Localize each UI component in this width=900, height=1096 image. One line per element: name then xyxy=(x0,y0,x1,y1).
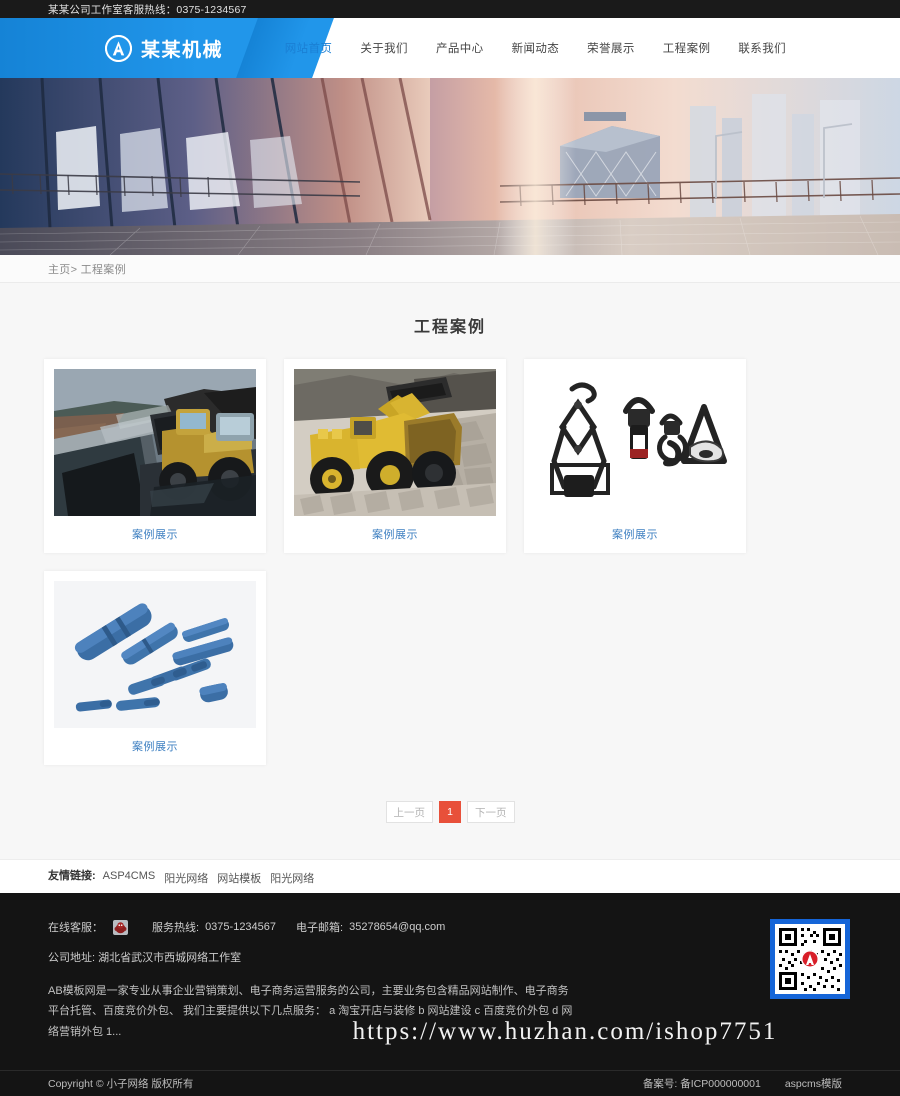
nav-item-cases[interactable]: 工程案例 xyxy=(649,40,725,56)
address-value: 湖北省武汉市西城网络工作室 xyxy=(98,952,242,964)
email-label: 电子邮箱: xyxy=(296,922,344,934)
hotline-value: 0375-1234567 xyxy=(205,921,277,933)
nav-item-products[interactable]: 产品中心 xyxy=(422,40,498,56)
case-card[interactable]: 案例展示 xyxy=(44,359,266,553)
top-utility-bar: 某某公司工作室客服热线：0375-1234567 xyxy=(0,0,900,18)
record-value: 备ICP000000001 xyxy=(680,1078,761,1091)
logo-text: 某某机械 xyxy=(141,39,224,61)
friend-links-inner: 友情链接: ASP4CMS 阳光网络 网站模板 阳光网络 xyxy=(40,867,860,886)
coal-loader-mine-photo xyxy=(54,369,256,516)
case-card-caption[interactable]: 案例展示 xyxy=(294,516,496,553)
pagination-prev[interactable]: 上一页 xyxy=(385,801,433,823)
qr-code-image xyxy=(770,919,850,999)
case-card-caption[interactable]: 案例展示 xyxy=(54,728,256,765)
nav-item-news[interactable]: 新闻动态 xyxy=(498,40,574,56)
black-lifting-clamps-photo xyxy=(534,369,736,516)
footer-qr-block xyxy=(670,919,860,1042)
friend-links-list: ASP4CMS 阳光网络 网站模板 阳光网络 xyxy=(103,870,315,886)
page-root: 某某公司工作室客服热线：0375-1234567 某某机械 网站首页 关于我们 … xyxy=(0,0,900,1096)
breadcrumb[interactable]: 主页> 工程案例 xyxy=(48,264,126,276)
friend-link-template[interactable]: 网站模板 xyxy=(217,870,261,886)
qq-customer-service-icon[interactable] xyxy=(113,919,128,935)
address-label: 公司地址: xyxy=(48,952,96,964)
email-value[interactable]: 35278654@qq.com xyxy=(349,921,445,933)
friend-link-sunshine[interactable]: 阳光网络 xyxy=(164,870,208,886)
nav-item-contact[interactable]: 联系我们 xyxy=(724,40,800,56)
breadcrumb-inner: 主页> 工程案例 xyxy=(40,261,860,277)
nav-item-about[interactable]: 关于我们 xyxy=(346,40,422,56)
nav-item-honors[interactable]: 荣誉展示 xyxy=(573,40,649,56)
copyright-bar: Copyright © 小子网络 版权所有 备案号: 备ICP000000001… xyxy=(0,1070,900,1096)
record-info: 备案号: 备ICP000000001 aspcms模版 xyxy=(643,1076,860,1091)
case-card[interactable]: 案例展示 xyxy=(524,359,746,553)
online-service-label: 在线客服： xyxy=(48,922,103,934)
footer-contact-block: 在线客服： 服务热线: 0375-1234567 电子邮箱: 35278654@… xyxy=(48,919,608,1042)
pagination-page-1[interactable]: 1 xyxy=(439,801,461,823)
site-footer: 在线客服： 服务热线: 0375-1234567 电子邮箱: 35278654@… xyxy=(0,893,900,1096)
main-content: 工程案例 案例展示 案例展示 案例展示 案例展示 上一页 1 下一页 xyxy=(0,283,900,859)
site-header: 某某机械 网站首页 关于我们 产品中心 新闻动态 荣誉展示 工程案例 联系我们 xyxy=(0,18,900,78)
site-logo[interactable]: 某某机械 xyxy=(105,34,224,62)
hotline-label: 服务热线: xyxy=(152,922,200,934)
qr-code-inner xyxy=(775,924,845,994)
nav-item-home[interactable]: 网站首页 xyxy=(271,40,347,56)
cms-label[interactable]: aspcms模版 xyxy=(785,1076,842,1091)
friend-links-label: 友情链接: xyxy=(48,870,96,882)
footer-contact-row: 在线客服： 服务热线: 0375-1234567 电子邮箱: 35278654@… xyxy=(48,919,608,935)
hero-banner-image xyxy=(0,78,900,255)
hotline-text: 某某公司工作室客服热线：0375-1234567 xyxy=(48,3,247,16)
main-navigation: 网站首页 关于我们 产品中心 新闻动态 荣誉展示 工程案例 联系我们 xyxy=(271,40,800,56)
friend-links-bar: 友情链接: ASP4CMS 阳光网络 网站模板 阳光网络 xyxy=(0,859,900,893)
copyright-inner: Copyright © 小子网络 版权所有 备案号: 备ICP000000001… xyxy=(40,1076,860,1091)
footer-inner: 在线客服： 服务热线: 0375-1234567 电子邮箱: 35278654@… xyxy=(40,919,860,1042)
pagination: 上一页 1 下一页 xyxy=(40,801,860,823)
copyright-text: Copyright © 小子网络 版权所有 xyxy=(48,1078,194,1091)
case-card-grid: 案例展示 案例展示 案例展示 案例展示 xyxy=(40,359,860,765)
yellow-wheel-loader-quarry-photo xyxy=(294,369,496,516)
case-card[interactable]: 案例展示 xyxy=(44,571,266,765)
case-card-caption[interactable]: 案例展示 xyxy=(534,516,736,553)
pagination-next[interactable]: 下一页 xyxy=(467,801,515,823)
page-title: 工程案例 xyxy=(413,319,486,336)
friend-link-sunshine-2[interactable]: 阳光网络 xyxy=(270,870,314,886)
friend-link-asp4cms[interactable]: ASP4CMS xyxy=(103,870,156,886)
footer-description: AB模板网是一家专业从事企业营销策划、电子商务运营服务的公司，主要业务包含精品网… xyxy=(48,985,573,1038)
case-card[interactable]: 案例展示 xyxy=(284,359,506,553)
footer-address-row: 公司地址: 湖北省武汉市西城网络工作室 xyxy=(48,949,608,965)
record-label: 备案号: xyxy=(642,1078,678,1091)
breadcrumb-bar: 主页> 工程案例 xyxy=(0,255,900,283)
case-card-caption[interactable]: 案例展示 xyxy=(54,516,256,553)
record-number: 备案号: 备ICP000000001 xyxy=(643,1076,761,1091)
blue-drill-rod-couplings-photo xyxy=(54,581,256,728)
circle-a-logo-icon xyxy=(105,34,132,62)
top-utility-bar-inner: 某某公司工作室客服热线：0375-1234567 xyxy=(40,2,860,17)
content-container: 工程案例 案例展示 案例展示 案例展示 案例展示 上一页 1 下一页 xyxy=(40,313,860,823)
